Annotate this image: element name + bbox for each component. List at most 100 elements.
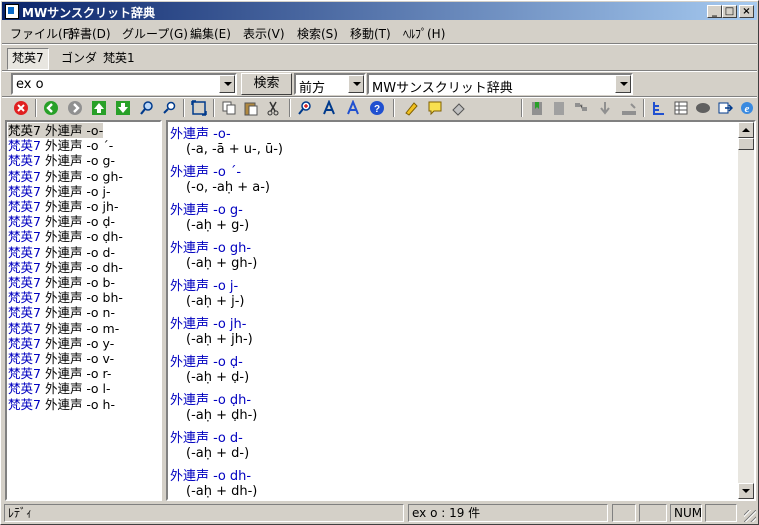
tab-gonda[interactable]: ゴンダ (57, 48, 101, 68)
list-item[interactable]: 梵英7 外連声 -o g- (8, 153, 115, 168)
list-item-dictionary: 梵英7 (8, 199, 41, 214)
eraser-icon[interactable] (451, 100, 467, 116)
scroll-thumb[interactable] (738, 138, 754, 150)
back-icon[interactable] (43, 100, 59, 116)
forward-icon[interactable] (67, 100, 83, 116)
menu-move[interactable]: 移動(T) (350, 25, 391, 42)
font-a-blue-icon[interactable] (345, 100, 361, 116)
entry-headword-text[interactable]: 外連声 -o jh- (170, 317, 246, 332)
cut-icon[interactable] (265, 100, 281, 116)
menu-file[interactable]: ファイル(F) (10, 25, 74, 42)
maximize-button[interactable]: □ (722, 5, 737, 18)
menu-group[interactable]: グループ(G) (122, 25, 188, 42)
list-item[interactable]: 梵英7 外連声 -o r- (8, 366, 111, 381)
list-item[interactable]: 梵英7 外連声 -o j- (8, 184, 111, 199)
title-bar[interactable]: MWサンスクリット辞典 _ □ × (2, 2, 757, 20)
entry-headword-text[interactable]: 外連声 -o- (170, 127, 231, 142)
search-small-icon[interactable] (161, 100, 177, 116)
arrow-icon[interactable] (597, 100, 613, 116)
bookmark-icon[interactable] (529, 100, 545, 116)
list-item-label: 外連声 -o ḍh- (44, 229, 123, 245)
paste-icon[interactable] (243, 100, 259, 116)
list-item[interactable]: 梵英7 外連声 -o n- (8, 305, 115, 320)
list-item[interactable]: 梵英7 外連声 -o l- (8, 381, 111, 396)
zoom-in-icon[interactable] (297, 100, 313, 116)
entry-headword-text[interactable]: 外連声 -o ḍh- (170, 393, 251, 408)
list-item[interactable]: 梵英7 外連声 -o bh- (8, 290, 123, 305)
export-icon[interactable] (717, 100, 733, 116)
stop-icon[interactable] (13, 100, 29, 116)
entry-headword-text[interactable]: 外連声 -o gh- (170, 241, 251, 256)
scroll-up-button[interactable] (738, 122, 754, 138)
search-history-dropdown[interactable] (219, 75, 235, 93)
comment-icon[interactable] (427, 100, 443, 116)
list-item[interactable]: 梵英7 外連声 -o- (8, 123, 104, 138)
chevron-down-icon[interactable] (615, 75, 631, 93)
up-icon[interactable] (91, 100, 107, 116)
toolbar-separator (289, 99, 291, 117)
dictionary-value: MWサンスクリット辞典 (372, 81, 513, 96)
menu-search[interactable]: 検索(S) (297, 25, 338, 42)
down-icon[interactable] (115, 100, 131, 116)
separator (2, 43, 757, 45)
list-item[interactable]: 梵英7 外連声 -o jh- (8, 199, 118, 214)
app-icon[interactable] (5, 4, 19, 19)
list-item-label: 外連声 -o m- (44, 320, 120, 336)
list-item-label: 外連声 -o n- (44, 305, 115, 321)
tab-bon-ei-7[interactable]: 梵英7 (7, 48, 49, 70)
list-item[interactable]: 梵英7 外連声 -o b- (8, 275, 115, 290)
menu-edit[interactable]: 編集(E) (190, 25, 231, 42)
cloud-icon[interactable] (695, 100, 711, 116)
resize-grip[interactable] (744, 510, 756, 522)
entry-headword-text[interactable]: 外連声 -o ḍ- (170, 355, 243, 370)
search-input[interactable]: ex o (11, 73, 237, 95)
toolbar-separator (643, 99, 645, 117)
list-item[interactable]: 梵英7 外連声 -o ´- (8, 138, 113, 153)
grid-icon[interactable] (673, 100, 689, 116)
list-item[interactable]: 梵英7 外連声 -o m- (8, 321, 119, 336)
copy-icon[interactable] (221, 100, 237, 116)
tree-icon[interactable] (651, 100, 667, 116)
close-button[interactable]: × (739, 5, 754, 18)
fit-icon[interactable] (191, 100, 207, 116)
marker-icon[interactable] (403, 100, 419, 116)
chevron-down-icon[interactable] (348, 75, 364, 93)
entry-headword-text[interactable]: 外連声 -o g- (170, 203, 243, 218)
sort-icon[interactable] (621, 100, 637, 116)
svg-text:?: ? (374, 104, 380, 115)
entry-headword-text[interactable]: 外連声 -o ´- (170, 165, 241, 180)
file-icon[interactable] (551, 100, 567, 116)
tab-bon-ei-1[interactable]: 梵英1 (99, 48, 139, 68)
list-item[interactable]: 梵英7 外連声 -o ḍ- (8, 214, 115, 229)
list-item[interactable]: 梵英7 外連声 -o h- (8, 397, 115, 412)
entry-view[interactable]: 外連声 -o- (-a, -ā + u-, ū-) 外連声 -o ´- (-o, -a… (166, 120, 756, 501)
font-a-icon[interactable] (321, 100, 337, 116)
list-item[interactable]: 梵英7 外連声 -o gh- (8, 169, 123, 184)
entry-headword-text[interactable]: 外連声 -o j- (170, 279, 238, 294)
menu-help[interactable]: ﾍﾙﾌﾟ(H) (403, 25, 445, 42)
list-item[interactable]: 梵英7 外連声 -o y- (8, 336, 114, 351)
list-item[interactable]: 梵英7 外連声 -o d- (8, 245, 115, 260)
search-mode-select[interactable]: 前方 (294, 73, 366, 96)
menu-view[interactable]: 表示(V) (243, 25, 285, 42)
result-list[interactable]: 梵英7 外連声 -o- 梵英7 外連声 -o ´- 梵英7 外連声 -o g- 梵英7… (5, 120, 162, 501)
list-item[interactable]: 梵英7 外連声 -o dh- (8, 260, 123, 275)
layout-icon[interactable] (573, 100, 589, 116)
vertical-scrollbar[interactable] (738, 122, 754, 499)
browser-icon[interactable]: e (739, 100, 755, 116)
minimize-button[interactable]: _ (707, 5, 722, 18)
entry-headword-text[interactable]: 外連声 -o dh- (170, 469, 251, 484)
list-item-dictionary: 梵英7 (8, 275, 41, 290)
entry-headword: 外連声 -o g- (170, 199, 243, 218)
search-icon[interactable] (139, 100, 155, 116)
list-item[interactable]: 梵英7 外連声 -o ḍh- (8, 229, 123, 244)
menu-dictionary[interactable]: 辞書(D) (68, 25, 111, 42)
scroll-down-button[interactable] (738, 483, 754, 499)
list-item[interactable]: 梵英7 外連声 -o v- (8, 351, 114, 366)
search-button[interactable]: 検索 (241, 73, 292, 95)
toolbar-separator (35, 99, 37, 117)
dictionary-select[interactable]: MWサンスクリット辞典 (367, 73, 633, 96)
entry-headword: 外連声 -o ḍh- (170, 389, 251, 408)
help-icon[interactable]: ? (369, 100, 385, 116)
entry-headword-text[interactable]: 外連声 -o d- (170, 431, 243, 446)
